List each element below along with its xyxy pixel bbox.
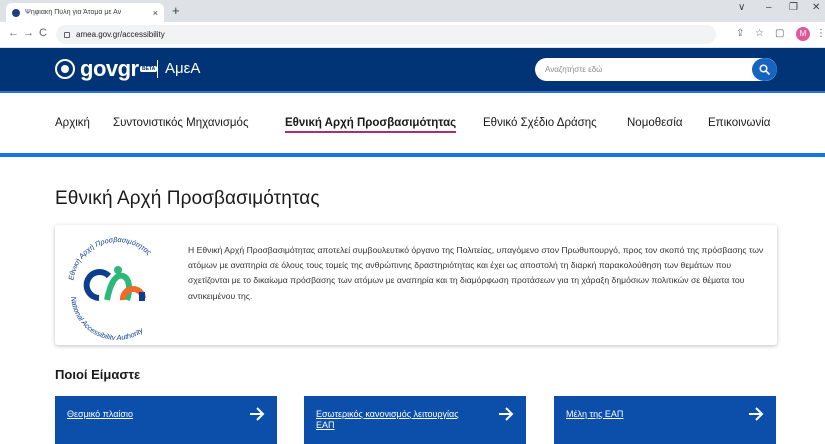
close-window-button[interactable]: ✕	[812, 2, 820, 13]
site-header: govgr BETA ΑμεΑ	[0, 48, 825, 91]
nav-bottom-rule	[0, 153, 825, 157]
tab-close-icon[interactable]: ×	[153, 8, 158, 18]
new-tab-button[interactable]: +	[172, 3, 180, 19]
arrow-right-icon	[250, 407, 265, 421]
restore-button[interactable]: ❐	[789, 2, 798, 13]
profile-avatar[interactable]: M	[796, 27, 810, 41]
who-we-are-heading: Ποιοί Είμαστε	[55, 367, 141, 382]
side-panel-icon[interactable]: ▢	[775, 28, 784, 39]
tab-title: Ψηφιακή Πύλη για Άτομα με Αν	[25, 9, 122, 16]
main-navigation: Αρχική Συντονιστικός Μηχανισμός Εθνική Α…	[0, 93, 825, 153]
arrow-right-icon	[499, 407, 514, 421]
browser-tab-bar: Ψηφιακή Πύλη για Άτομα με Αν × + ∨ – ❐ ✕	[0, 0, 825, 22]
greek-seal-icon[interactable]	[55, 59, 75, 79]
tile-label[interactable]: Εσωτερικός κανονισμός λειτουργίας ΕΑΠ	[316, 409, 476, 431]
nav-item-coordination-mechanism[interactable]: Συντονιστικός Μηχανισμός	[113, 117, 248, 129]
page-title: Εθνική Αρχή Προσβασιμότητας	[55, 188, 320, 209]
site-name[interactable]: ΑμεΑ	[165, 60, 200, 78]
svg-text:National Accessibility Authori: National Accessibility Authority	[69, 296, 145, 340]
browser-tab[interactable]: Ψηφιακή Πύλη για Άτομα με Αν ×	[6, 3, 164, 22]
nav-item-national-action-plan[interactable]: Εθνικό Σχέδιο Δράσης	[483, 117, 597, 129]
logo-divider	[157, 60, 158, 78]
lock-icon	[64, 31, 70, 38]
address-bar[interactable]: amea.gov.gr/accessibility	[56, 25, 716, 44]
share-icon[interactable]: ⇪	[736, 28, 744, 39]
tile-label[interactable]: Θεσμικό πλαίσιο	[67, 409, 227, 420]
nav-item-national-accessibility-authority[interactable]: Εθνική Αρχή Προσβασιμότητας	[285, 117, 457, 133]
search-box	[535, 58, 777, 81]
menu-kebab-icon[interactable]: ⋮	[816, 28, 825, 39]
search-button[interactable]	[752, 58, 777, 81]
search-icon	[759, 64, 770, 75]
beta-badge: BETA	[140, 66, 158, 72]
nav-item-legislation[interactable]: Νομοθεσία	[627, 117, 683, 129]
tab-search-icon[interactable]: ∨	[738, 2, 745, 13]
tile-members[interactable]: Μέλη της ΕΑΠ	[554, 396, 776, 444]
forward-arrow-icon[interactable]: →	[23, 27, 34, 39]
url-text: amea.gov.gr/accessibility	[76, 30, 165, 39]
tile-institutional-framework[interactable]: Θεσμικό πλαίσιο	[55, 396, 277, 444]
authority-description: Η Εθνική Αρχή Προσβασιμότητας αποτελεί σ…	[188, 245, 764, 301]
govgr-logo[interactable]: govgr	[80, 56, 139, 82]
nav-item-contact[interactable]: Επικοινωνία	[708, 117, 770, 129]
site-favicon-icon	[12, 8, 20, 17]
browser-toolbar: ← → C amea.gov.gr/accessibility ⇪ ☆ ▢ M …	[0, 22, 825, 48]
reload-icon[interactable]: C	[39, 27, 47, 39]
tile-internal-regulation[interactable]: Εσωτερικός κανονισμός λειτουργίας ΕΑΠ	[304, 396, 526, 444]
search-input[interactable]	[545, 62, 745, 77]
national-accessibility-authority-logo: Εθνική Αρχή Προσβασιμότητας National Acc…	[66, 235, 153, 340]
minimize-button[interactable]: –	[766, 2, 772, 13]
tile-label[interactable]: Μέλη της ΕΑΠ	[566, 409, 726, 420]
nav-item-home[interactable]: Αρχική	[55, 117, 90, 129]
intro-card: Εθνική Αρχή Προσβασιμότητας National Acc…	[55, 225, 777, 345]
arrow-right-icon	[749, 407, 764, 421]
bookmark-star-icon[interactable]: ☆	[755, 28, 764, 39]
back-arrow-icon[interactable]: ←	[8, 27, 19, 39]
